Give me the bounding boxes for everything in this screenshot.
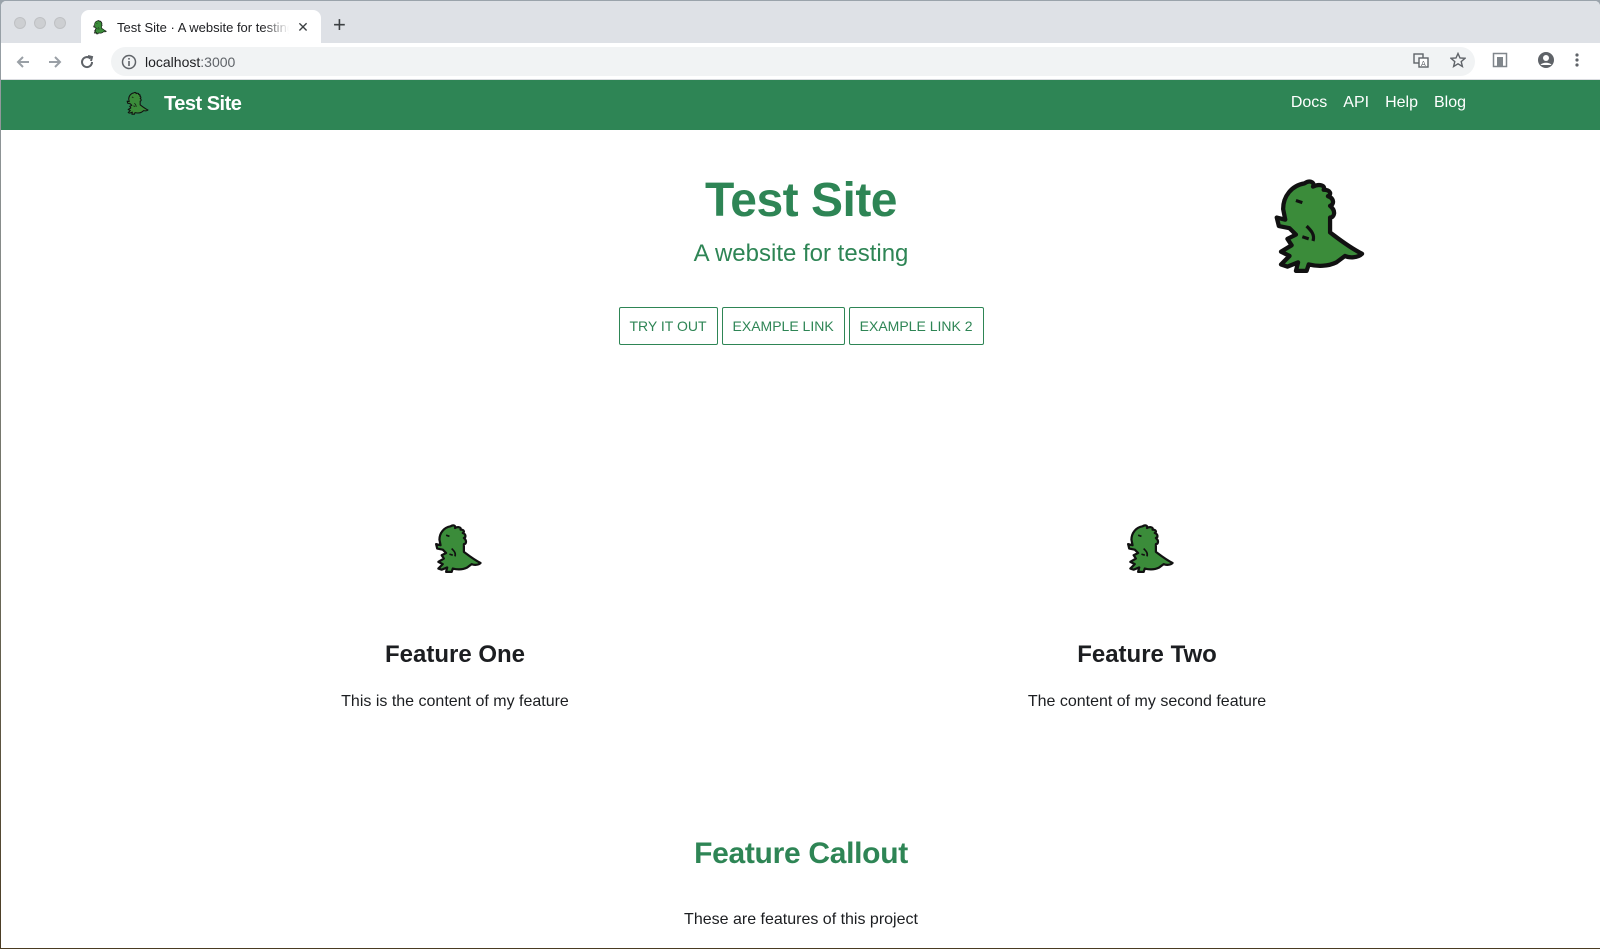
nav-link-help[interactable]: Help [1377,94,1426,112]
forward-arrow-icon[interactable] [44,51,66,73]
reload-icon[interactable] [76,51,98,73]
feature-one: Feature One This is the content of my fe… [255,523,655,711]
hero-button-row: TRY IT OUT EXAMPLE LINK EXAMPLE LINK 2 [1,307,1600,345]
menu-dots-icon[interactable] [1568,51,1586,69]
browser-window: Test Site · A website for testing ✕ + lo… [1,1,1600,948]
url-port: :3000 [200,53,236,70]
feature-title: Feature Two [1077,641,1217,668]
back-arrow-icon[interactable] [12,51,34,73]
feature-text: The content of my second feature [1027,693,1267,710]
info-icon[interactable] [121,54,137,70]
browser-tab[interactable]: Test Site · A website for testing ✕ [81,10,321,44]
translate-icon[interactable]: A [1412,51,1430,69]
nav-link-api[interactable]: API [1335,94,1377,112]
dinosaur-icon[interactable] [123,91,149,115]
feature-two: Feature Two The content of my second fea… [947,523,1347,711]
try-it-out-button[interactable]: TRY IT OUT [618,307,718,345]
bookmark-star-icon[interactable] [1449,51,1467,69]
callout-title: Feature Callout [694,837,908,870]
svg-text:A: A [1421,60,1426,68]
close-window-button[interactable] [14,17,26,29]
maximize-window-button[interactable] [54,17,66,29]
feature-text: This is the content of my feature [341,693,569,710]
account-icon[interactable] [1537,51,1555,69]
new-tab-button[interactable]: + [333,14,346,36]
dinosaur-icon [1119,523,1175,573]
dinosaur-icon [1259,177,1367,273]
site-brand-title[interactable]: Test Site [164,93,242,116]
minimize-window-button[interactable] [34,17,46,29]
nav-links: Docs API Help Blog [1283,94,1474,112]
callout-text: These are features of this project [684,911,918,928]
example-link-button[interactable]: EXAMPLE LINK [721,307,845,345]
tab-strip: Test Site · A website for testing ✕ + [1,1,1600,44]
browser-toolbar: localhost:3000 A [1,43,1600,80]
nav-link-blog[interactable]: Blog [1426,94,1474,112]
dinosaur-icon [91,19,107,35]
address-bar[interactable]: localhost:3000 [111,47,1475,76]
url-host: localhost [145,53,201,70]
extension-icon[interactable] [1491,51,1509,69]
close-tab-icon[interactable]: ✕ [295,19,311,36]
site-navbar: Test Site Docs API Help Blog [1,80,1600,130]
dinosaur-icon [427,523,483,573]
nav-link-docs[interactable]: Docs [1283,94,1335,112]
tab-title: Test Site · A website for testing [117,19,289,35]
feature-title: Feature One [384,641,526,668]
example-link-2-button[interactable]: EXAMPLE LINK 2 [848,307,984,345]
